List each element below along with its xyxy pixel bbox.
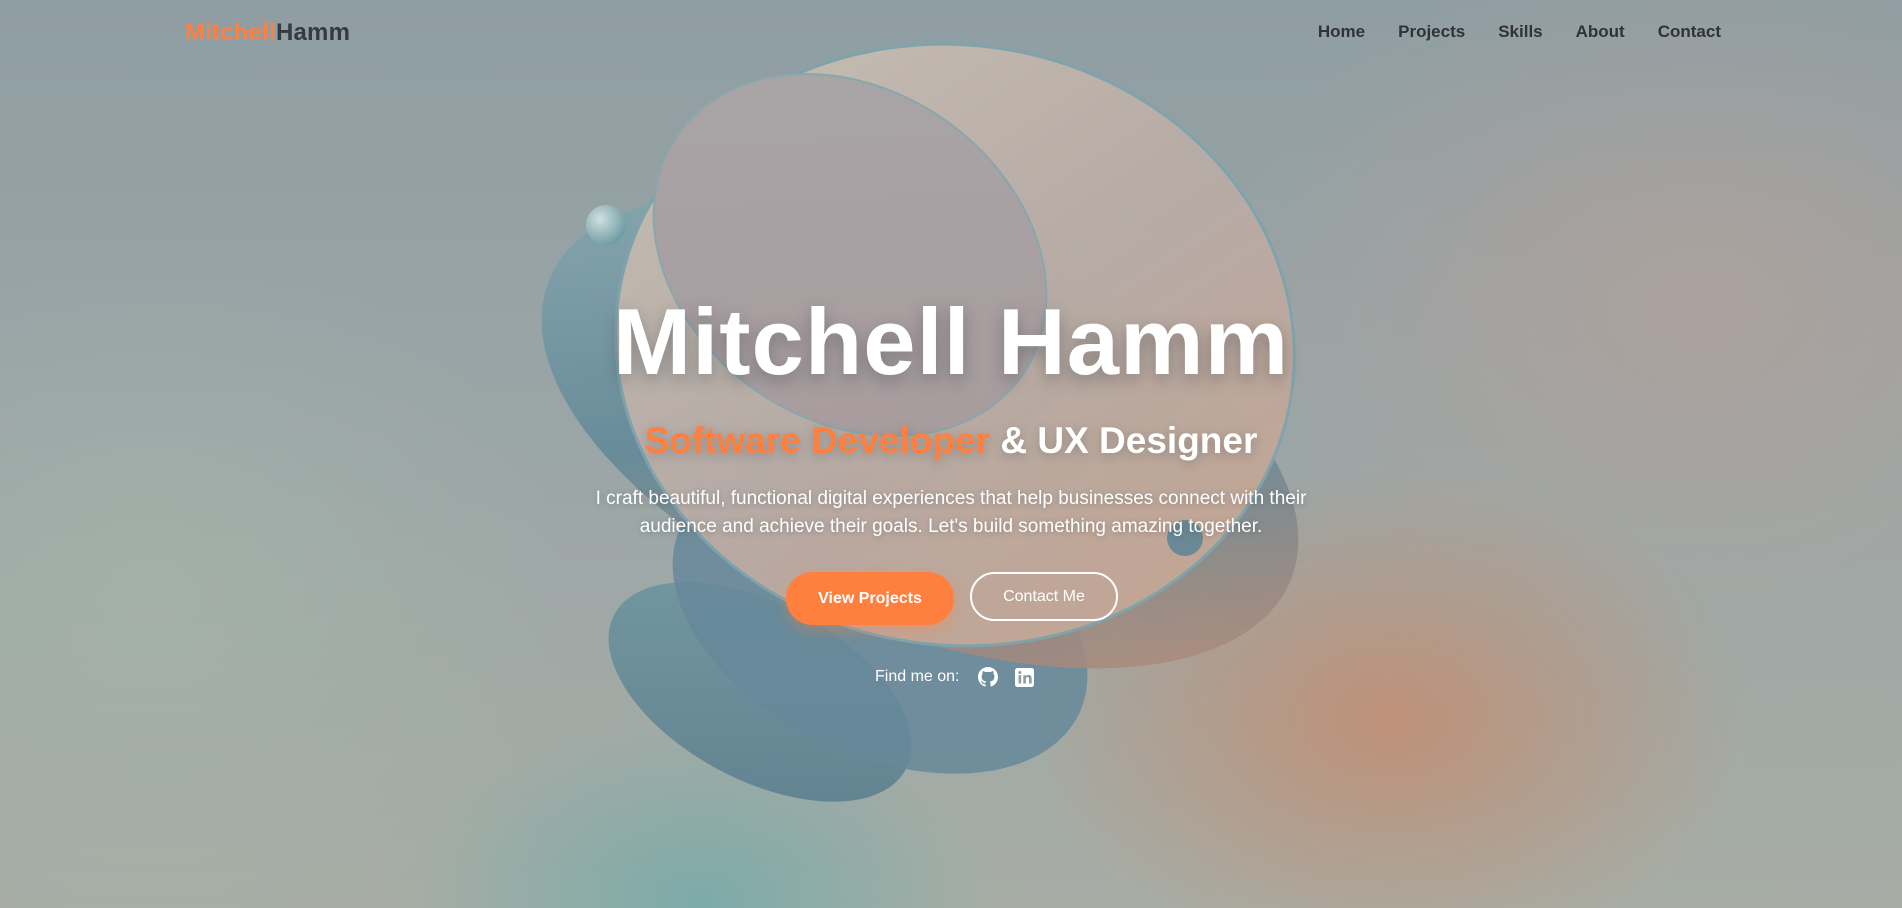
hero-subtitle-rest: & UX Designer bbox=[990, 420, 1258, 461]
logo-first-name: Mitchell bbox=[185, 19, 276, 46]
site-logo[interactable]: MitchellHamm bbox=[185, 19, 350, 47]
hero-description-line-2: audience and achieve their goals. Let's … bbox=[639, 516, 1263, 537]
contact-me-button[interactable]: Contact Me bbox=[970, 572, 1118, 621]
view-projects-button[interactable]: View Projects bbox=[786, 572, 954, 625]
social-links: Find me on: bbox=[875, 666, 1035, 688]
nav-link-about[interactable]: About bbox=[1576, 22, 1625, 42]
nav-link-home[interactable]: Home bbox=[1318, 22, 1365, 42]
logo-last-name: Hamm bbox=[275, 19, 351, 46]
linkedin-icon[interactable] bbox=[1013, 666, 1035, 688]
top-navigation: MitchellHamm Home Projects Skills About … bbox=[0, 0, 1902, 64]
hero-buttons: View Projects Contact Me bbox=[786, 572, 1118, 625]
page: MitchellHamm Home Projects Skills About … bbox=[0, 0, 1902, 908]
hero-subtitle: Software Developer & UX Designer bbox=[0, 420, 1902, 462]
nav-link-projects[interactable]: Projects bbox=[1398, 22, 1465, 42]
nav-link-skills[interactable]: Skills bbox=[1498, 22, 1542, 42]
nav-links: Home Projects Skills About Contact bbox=[1318, 22, 1721, 42]
github-icon[interactable] bbox=[977, 666, 999, 688]
social-label: Find me on: bbox=[875, 668, 960, 685]
hero-description: I craft beautiful, functional digital ex… bbox=[0, 485, 1902, 541]
hero-subtitle-accent: Software Developer bbox=[644, 420, 991, 461]
hero-title: Mitchell Hamm bbox=[612, 289, 1290, 394]
hero-description-line-1: I craft beautiful, functional digital ex… bbox=[595, 488, 1307, 509]
nav-link-contact[interactable]: Contact bbox=[1658, 22, 1721, 42]
